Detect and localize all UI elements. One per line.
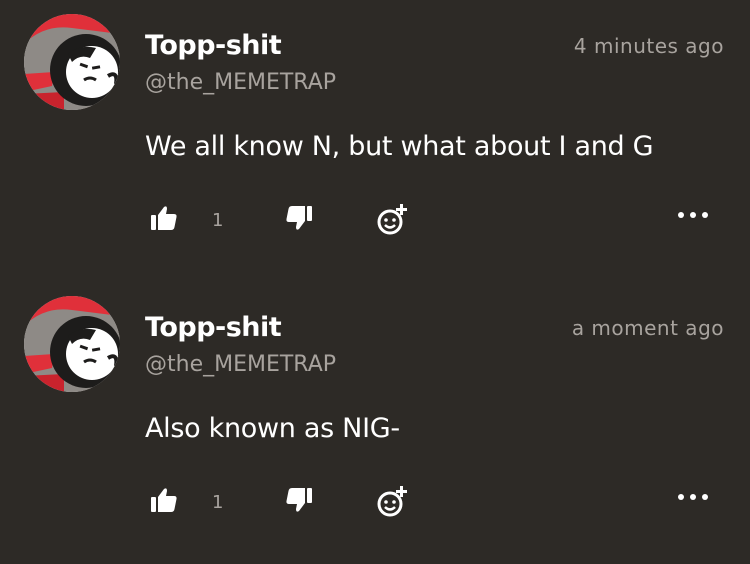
more-options-button[interactable] xyxy=(676,211,710,219)
more-options-button[interactable] xyxy=(676,493,710,501)
timestamp: a moment ago xyxy=(571,316,724,340)
username[interactable]: Topp-shit xyxy=(145,30,282,61)
avatar-image xyxy=(24,14,120,110)
like-count: 1 xyxy=(212,492,224,513)
user-handle[interactable]: @the_MEMETRAP xyxy=(145,70,336,95)
user-handle[interactable]: @the_MEMETRAP xyxy=(145,352,336,377)
thumbs-down-icon xyxy=(285,205,313,231)
timestamp: 4 minutes ago xyxy=(573,34,724,58)
avatar[interactable] xyxy=(24,14,120,110)
add-reaction-button[interactable] xyxy=(376,203,408,235)
like-button[interactable] xyxy=(150,205,178,231)
comment-text: We all know N, but what about I and G xyxy=(145,131,654,162)
add-reaction-icon xyxy=(376,203,408,235)
avatar[interactable] xyxy=(24,296,120,392)
thumbs-up-icon xyxy=(150,487,178,513)
avatar-image xyxy=(24,296,120,392)
like-button[interactable] xyxy=(150,487,178,513)
comment-item: Topp-shit @the_MEMETRAP 4 minutes ago We… xyxy=(0,0,750,282)
comment-item: Topp-shit @the_MEMETRAP a moment ago Als… xyxy=(0,282,750,564)
more-options-icon xyxy=(676,493,710,501)
thumbs-up-icon xyxy=(150,205,178,231)
username[interactable]: Topp-shit xyxy=(145,312,282,343)
dislike-button[interactable] xyxy=(285,487,313,513)
comment-text: Also known as NIG- xyxy=(145,413,400,444)
add-reaction-icon xyxy=(376,485,408,517)
more-options-icon xyxy=(676,211,710,219)
add-reaction-button[interactable] xyxy=(376,485,408,517)
like-count: 1 xyxy=(212,210,224,231)
thumbs-down-icon xyxy=(285,487,313,513)
dislike-button[interactable] xyxy=(285,205,313,231)
